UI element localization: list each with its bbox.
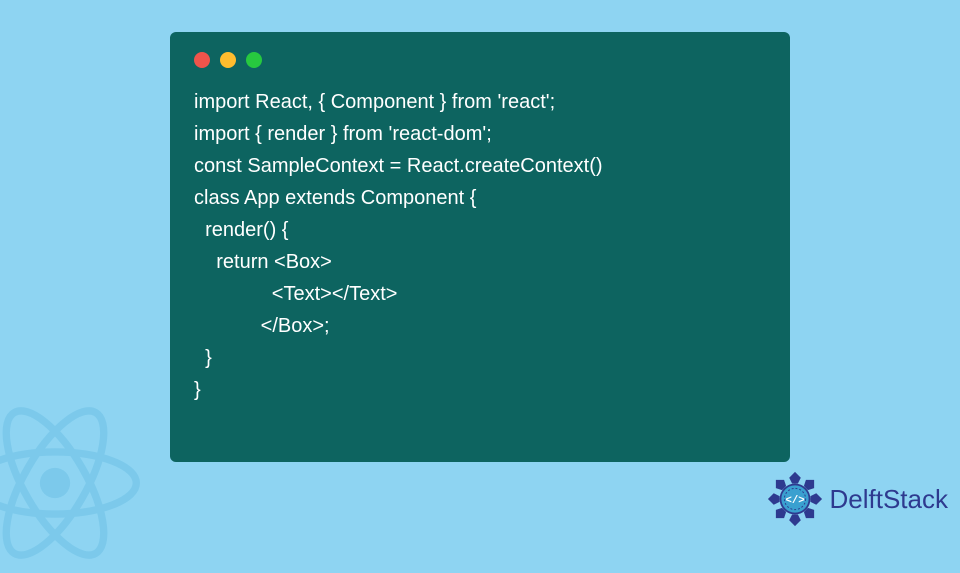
minimize-icon xyxy=(220,52,236,68)
delftstack-badge-icon: </> xyxy=(766,470,824,528)
delftstack-logo: </> DelftStack xyxy=(766,470,949,528)
code-window: import React, { Component } from 'react'… xyxy=(170,32,790,462)
close-icon xyxy=(194,52,210,68)
brand-name: DelftStack xyxy=(830,484,949,515)
traffic-lights xyxy=(194,52,766,68)
code-block: import React, { Component } from 'react'… xyxy=(194,86,766,406)
svg-text:</>: </> xyxy=(785,495,804,507)
react-logo-icon xyxy=(0,398,140,568)
maximize-icon xyxy=(246,52,262,68)
